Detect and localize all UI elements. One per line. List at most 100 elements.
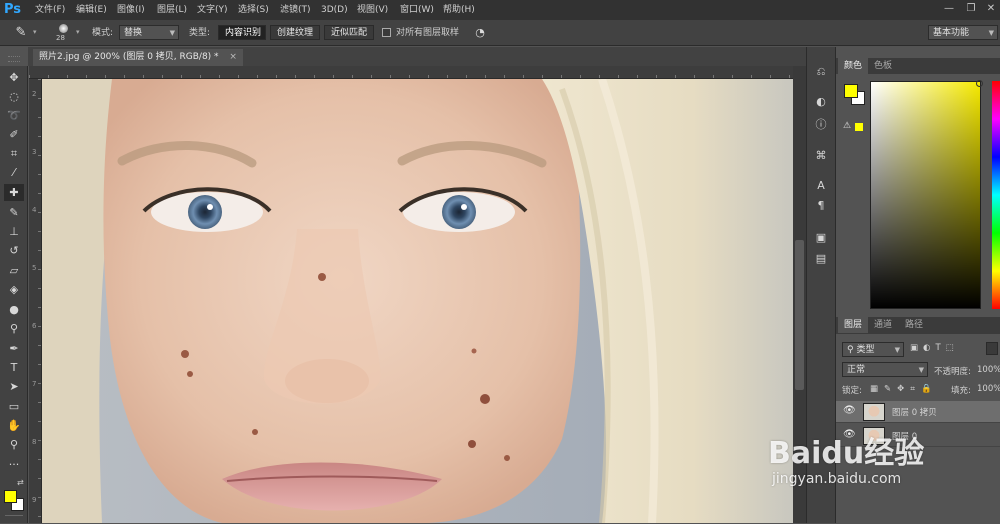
diffusion-icon[interactable]: ◔: [472, 25, 488, 41]
horizontal-ruler[interactable]: [29, 66, 793, 79]
chevron-down-icon: ▼: [894, 346, 900, 354]
paint-bucket-icon[interactable]: ◈: [4, 281, 24, 298]
rectangle-icon[interactable]: ▭: [4, 398, 24, 415]
tab-paths[interactable]: 路径: [899, 317, 929, 333]
info-icon[interactable]: ⓘ: [812, 117, 830, 133]
close-window-button[interactable]: ✕: [982, 2, 1000, 16]
clone-stamp-icon[interactable]: ⊥: [4, 223, 24, 240]
pen-icon[interactable]: ✒: [4, 340, 24, 357]
healing-brush-tool-icon[interactable]: ✎: [10, 24, 32, 42]
menu-edit[interactable]: 编辑(E): [76, 3, 107, 17]
properties-icon[interactable]: ▤: [812, 251, 830, 267]
watermark-url: jingyan.baidu.com: [772, 471, 902, 487]
paragraph-icon[interactable]: ¶: [812, 198, 830, 214]
fill-value[interactable]: 100%: [977, 384, 1000, 394]
history-panel-icon[interactable]: ⎌: [812, 64, 830, 80]
move-icon[interactable]: ✥: [4, 69, 24, 86]
crop-icon[interactable]: ⌗: [4, 145, 24, 162]
brush-picker-chevron-icon[interactable]: ▾: [76, 28, 80, 36]
hand-icon[interactable]: ✋: [4, 417, 24, 434]
mode-select[interactable]: 替换 ▼: [119, 25, 179, 40]
menu-layer[interactable]: 图层(L): [157, 3, 187, 17]
gamut-swatch[interactable]: [855, 123, 863, 131]
adjustments-icon[interactable]: ◐: [812, 94, 830, 110]
quick-select-icon[interactable]: ✐: [4, 126, 24, 143]
content-aware-button[interactable]: 内容识别: [218, 25, 266, 40]
lock-icons[interactable]: ▦✎✥⌗🔒: [870, 384, 938, 394]
menu-bar: [0, 0, 1000, 20]
chevron-down-icon: ▼: [169, 29, 175, 37]
menu-filter[interactable]: 滤镜(T): [280, 3, 311, 17]
filter-toggle[interactable]: [986, 342, 998, 355]
blend-mode-select[interactable]: 正常 ▼: [842, 362, 928, 377]
menu-select[interactable]: 选择(S): [238, 3, 269, 17]
document-tab[interactable]: 照片2.jpg @ 200% (图层 0 拷贝, RGB/8) * ×: [33, 49, 243, 66]
menu-3d[interactable]: 3D(D): [321, 3, 348, 17]
vertical-ruler[interactable]: [29, 79, 42, 523]
proximity-match-button[interactable]: 近似匹配: [324, 25, 374, 40]
minimize-button[interactable]: —: [940, 2, 958, 16]
blur-icon[interactable]: ●: [4, 301, 24, 318]
document-canvas[interactable]: [42, 79, 793, 523]
close-document-icon[interactable]: ×: [229, 52, 237, 62]
opacity-value[interactable]: 100%: [977, 365, 1000, 375]
tool-preset-chevron-icon[interactable]: ▾: [33, 28, 37, 36]
scrollbar-thumb[interactable]: [795, 240, 804, 390]
ruler-mark: 6: [32, 322, 37, 330]
document-title: 照片2.jpg @ 200% (图层 0 拷贝, RGB/8) *: [39, 52, 219, 62]
warning-icon[interactable]: ⚠: [843, 121, 851, 131]
layer-filter-select[interactable]: ⚲ 类型 ▼: [842, 342, 904, 357]
color-picker-field[interactable]: [870, 81, 981, 309]
chevron-down-icon: ▼: [918, 366, 924, 374]
lasso-icon[interactable]: ➰: [4, 107, 24, 124]
path-select-icon[interactable]: ➤: [4, 378, 24, 395]
menu-type[interactable]: 文字(Y): [197, 3, 228, 17]
tab-layers[interactable]: 图层: [838, 317, 869, 333]
ruler-mark: 8: [32, 438, 37, 446]
history-brush-icon[interactable]: ↺: [4, 242, 24, 259]
workspace-select[interactable]: 基本功能 ▼: [928, 25, 998, 40]
brush-tip-icon: [59, 24, 68, 33]
dodge-icon[interactable]: ⚲: [4, 320, 24, 337]
brush-presets-icon[interactable]: ⌘: [812, 148, 830, 164]
fill-label: 填充:: [951, 386, 971, 396]
marquee-icon[interactable]: ◌: [4, 88, 24, 105]
create-texture-button[interactable]: 创建纹理: [270, 25, 320, 40]
tab-swatches[interactable]: 色板: [868, 58, 898, 74]
eyedropper-icon[interactable]: ⁄: [4, 164, 24, 181]
menu-help[interactable]: 帮助(H): [443, 3, 475, 17]
layer-filter-icons[interactable]: ▣◐T⬚: [910, 343, 959, 353]
picker-cursor[interactable]: [976, 80, 983, 87]
zoom-icon[interactable]: ⚲: [4, 436, 24, 453]
hue-slider[interactable]: [992, 81, 1000, 309]
libraries-icon[interactable]: ▣: [812, 230, 830, 246]
foreground-color-swatch[interactable]: [4, 490, 17, 503]
chevron-down-icon: ▼: [988, 29, 994, 37]
toolbar-grip[interactable]: [8, 56, 20, 62]
menu-window[interactable]: 窗口(W): [400, 3, 434, 17]
layer-row[interactable]: 👁 图层 0 拷贝: [836, 401, 1000, 423]
tab-channels[interactable]: 通道: [868, 317, 898, 333]
layer-name: 图层 0 拷贝: [892, 408, 937, 418]
tab-color[interactable]: 颜色: [838, 58, 869, 74]
sample-all-layers-checkbox[interactable]: [382, 28, 391, 37]
ruler-mark: 2: [32, 90, 37, 98]
menu-file[interactable]: 文件(F): [35, 3, 65, 17]
more-tools-icon[interactable]: ···: [4, 456, 24, 473]
ruler-mark: 4: [32, 206, 37, 214]
baidu-watermark: Baidu经验 jingyan.baidu.com: [768, 437, 1000, 507]
type-icon[interactable]: T: [4, 359, 24, 376]
brush-icon[interactable]: ✎: [4, 204, 24, 221]
swap-colors-icon[interactable]: ⇄: [17, 478, 24, 487]
eye-icon[interactable]: 👁: [843, 405, 856, 416]
brush-size-picker[interactable]: 28: [55, 22, 71, 44]
panel-foreground-swatch[interactable]: [844, 84, 858, 98]
healing-brush-icon[interactable]: ✚: [4, 184, 24, 201]
menu-image[interactable]: 图像(I): [117, 3, 145, 17]
menu-view[interactable]: 视图(V): [357, 3, 388, 17]
character-icon[interactable]: A: [812, 178, 830, 194]
restore-button[interactable]: ❐: [962, 2, 980, 16]
eraser-icon[interactable]: ▱: [4, 262, 24, 279]
mode-label: 模式:: [92, 28, 114, 38]
filter-kind-value: 类型: [856, 345, 875, 355]
